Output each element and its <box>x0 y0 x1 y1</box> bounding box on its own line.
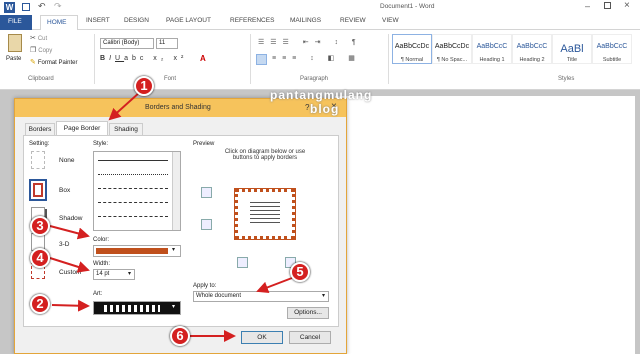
arrow-4 <box>49 257 90 273</box>
arrow-2 <box>51 299 90 312</box>
arrow-1 <box>108 91 141 121</box>
annotation-arrows <box>49 91 293 342</box>
annotation-5: 5 <box>290 262 310 282</box>
arrow-3 <box>49 225 90 240</box>
annotation-6: 6 <box>170 326 190 346</box>
annotation-4: 4 <box>30 248 50 268</box>
annotation-2: 2 <box>30 294 50 314</box>
arrow-5 <box>256 277 293 294</box>
annotation-1: 1 <box>134 76 154 96</box>
annotation-3: 3 <box>30 216 50 236</box>
